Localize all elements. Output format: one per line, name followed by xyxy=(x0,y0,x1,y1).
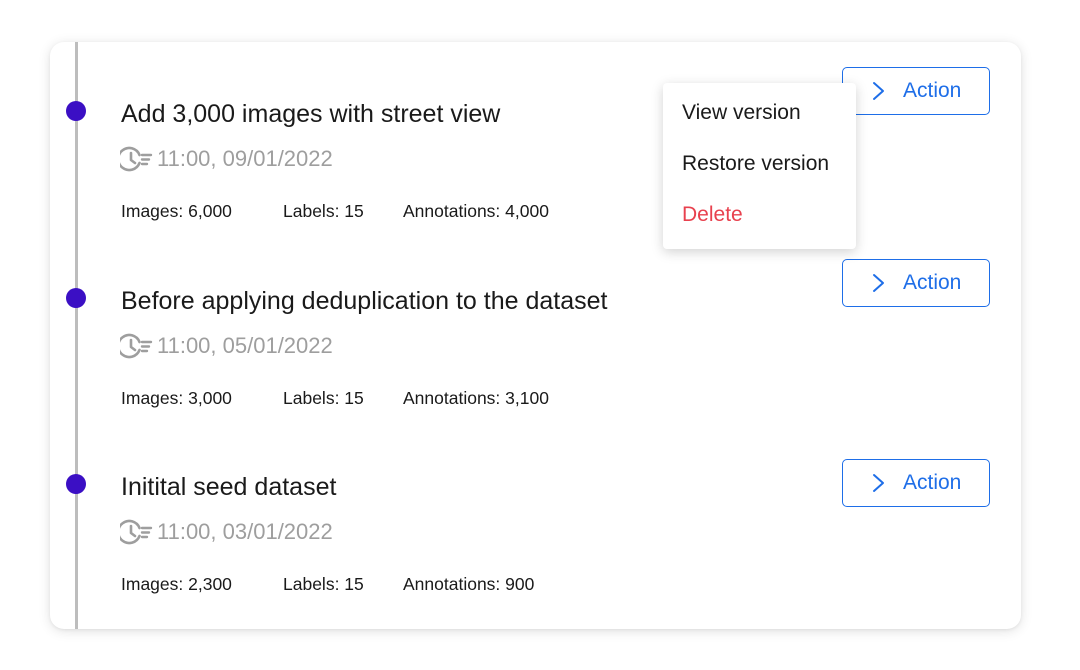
action-label: Action xyxy=(903,471,962,494)
timestamp-text: 11:00, 09/01/2022 xyxy=(157,146,333,171)
version-actions-menu: View version Restore version Delete xyxy=(663,83,856,249)
chevron-right-icon xyxy=(873,82,884,100)
version-entry: Before applying deduplication to the dat… xyxy=(50,229,1021,408)
timestamp-text: 11:00, 03/01/2022 xyxy=(157,519,333,544)
version-history-card: Add 3,000 images with street view 11:00,… xyxy=(50,42,1021,629)
timeline-dot xyxy=(66,101,86,121)
images-count: Images: 6,000 xyxy=(121,201,232,221)
labels-count: Labels: 15 xyxy=(283,574,364,594)
labels-count: Labels: 15 xyxy=(283,201,364,221)
menu-item-view-version[interactable]: View version xyxy=(682,101,801,125)
timestamp-text: 11:00, 05/01/2022 xyxy=(157,333,333,358)
annotations-count: Annotations: 3,100 xyxy=(403,388,549,408)
timeline-dot xyxy=(66,474,86,494)
action-label: Action xyxy=(903,271,962,294)
clock-icon xyxy=(120,146,153,172)
version-entry: Add 3,000 images with street view 11:00,… xyxy=(50,42,1021,221)
menu-item-delete[interactable]: Delete xyxy=(682,203,743,227)
menu-item-restore-version[interactable]: Restore version xyxy=(682,152,829,176)
version-timestamp: 11:00, 09/01/2022 xyxy=(120,146,333,172)
version-entry: Initital seed dataset 11:00, 03/01/2022 … xyxy=(50,415,1021,594)
action-button[interactable]: Action xyxy=(842,459,990,507)
clock-icon xyxy=(120,519,153,545)
version-timestamp: 11:00, 05/01/2022 xyxy=(120,333,333,359)
version-timestamp: 11:00, 03/01/2022 xyxy=(120,519,333,545)
labels-count: Labels: 15 xyxy=(283,388,364,408)
version-title: Add 3,000 images with street view xyxy=(121,100,501,128)
action-button[interactable]: Action xyxy=(842,259,990,307)
timeline-dot xyxy=(66,288,86,308)
images-count: Images: 3,000 xyxy=(121,388,232,408)
chevron-right-icon xyxy=(873,474,884,492)
chevron-right-icon xyxy=(873,274,884,292)
annotations-count: Annotations: 4,000 xyxy=(403,201,549,221)
version-title: Initital seed dataset xyxy=(121,473,337,501)
action-label: Action xyxy=(903,79,962,102)
version-title: Before applying deduplication to the dat… xyxy=(121,287,608,315)
images-count: Images: 2,300 xyxy=(121,574,232,594)
clock-icon xyxy=(120,333,153,359)
annotations-count: Annotations: 900 xyxy=(403,574,535,594)
action-button[interactable]: Action xyxy=(842,67,990,115)
